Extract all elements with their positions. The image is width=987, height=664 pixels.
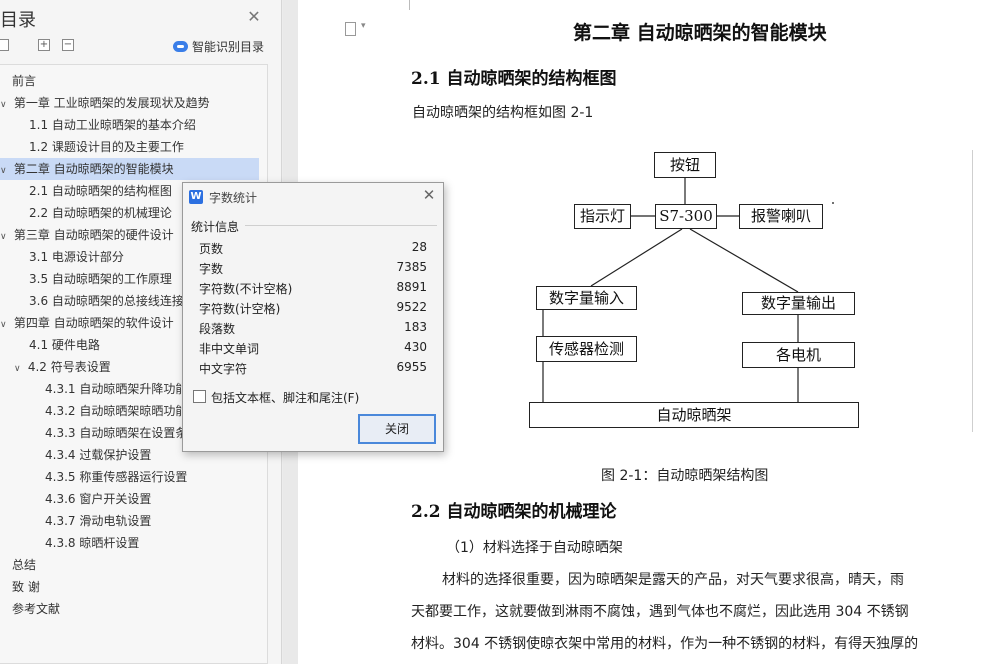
toc-item[interactable]: 2.2 自动晾晒架的机械理论: [29, 202, 172, 224]
toc-item[interactable]: 1.1 自动工业晾晒架的基本介绍: [29, 114, 196, 136]
stat-row: 字符数(计空格) 9522: [199, 300, 427, 316]
dialog-title: 字数统计: [209, 191, 258, 205]
diagram-box-sensor: 传感器检测: [536, 336, 637, 362]
body-text: （1）材料选择于自动晾晒架: [446, 540, 623, 556]
smart-toc-button[interactable]: 智能识别目录: [173, 38, 264, 54]
toc-item[interactable]: 4.3.7 滑动电轨设置: [45, 510, 151, 532]
word-count-dialog: W 字数统计 ✕ 统计信息 页数 28 字数 7385 字符数(不计空格) 8891 …: [182, 182, 444, 452]
close-button[interactable]: 关闭: [358, 414, 436, 444]
diagram-connectors: [542, 178, 834, 402]
diagram-box-motor: 各电机: [742, 342, 855, 368]
toc-item[interactable]: 4.3.2 自动晾晒架晾晒功能: [45, 400, 187, 422]
stat-row: 中文字符 6955: [199, 360, 427, 376]
wps-writer-icon: W: [189, 190, 203, 204]
close-icon[interactable]: ✕: [421, 187, 437, 203]
toc-item[interactable]: 4.3.1 自动晾晒架升降功能: [45, 378, 187, 400]
cloud-icon: [173, 40, 188, 52]
chapter-title: 第二章 自动晾晒架的智能模块: [573, 22, 827, 44]
body-text: 材料的选择很重要，因为晾晒架是露天的产品，对天气要求很高，晴天，雨: [442, 572, 904, 588]
divider: [245, 225, 437, 226]
toc-item[interactable]: 4.3.8 晾晒杆设置: [45, 532, 139, 554]
chevron-down-icon: ∨: [0, 166, 7, 176]
stat-row: 字数 7385: [199, 260, 427, 276]
chevron-down-icon: ∨: [14, 364, 21, 374]
body-text: 自动晾晒架的结构框如图 2-1: [412, 105, 594, 121]
chevron-down-icon: ∨: [0, 320, 7, 330]
chevron-down-icon: ∨: [0, 232, 7, 242]
diagram-box-indicator: 指示灯: [574, 204, 631, 229]
toc-item[interactable]: ∨ 4.2 符号表设置: [14, 356, 111, 378]
toc-item[interactable]: ∨ 第三章 自动晾晒架的硬件设计: [0, 224, 174, 246]
chevron-down-icon: ∨: [0, 100, 7, 110]
dialog-section-label: 统计信息: [191, 220, 240, 234]
toc-item[interactable]: 前言: [12, 70, 36, 92]
body-text: 材料。304 不锈钢使晾衣架中常用的材料，作为一种不锈钢的材料，有得天独厚的: [411, 636, 919, 652]
table-border: [972, 150, 973, 432]
section-heading: 2.2 自动晾晒架的机械理论: [411, 502, 617, 522]
smart-toc-label: 智能识别目录: [192, 39, 265, 54]
toc-item[interactable]: 总结: [12, 554, 36, 576]
diagram-box-alarm: 报警喇叭: [739, 204, 823, 229]
toc-title: 目录: [0, 10, 36, 31]
diagram-box-mcu: S7-300: [655, 204, 717, 229]
diagram-box-digital-input: 数字量输入: [536, 286, 637, 310]
stat-row: 字符数(不计空格) 8891: [199, 280, 427, 296]
toc-item[interactable]: 4.3.6 窗户开关设置: [45, 488, 151, 510]
include-textbox-checkbox[interactable]: [193, 390, 206, 403]
section-heading: 2.1 自动晾晒架的结构框图: [411, 69, 617, 89]
toc-item[interactable]: 4.3.3 自动晾晒架在设置条: [45, 422, 187, 444]
diagram-box-button: 按钮: [654, 152, 716, 178]
toc-item-selected[interactable]: ∨ 第二章 自动晾晒架的智能模块: [0, 158, 259, 180]
expand-icon[interactable]: +: [38, 39, 50, 51]
toc-item[interactable]: ∨ 第四章 自动晾晒架的软件设计: [0, 312, 174, 334]
collapse-all-icon[interactable]: [0, 39, 9, 51]
document-icon[interactable]: [345, 21, 366, 36]
toc-item[interactable]: 4.3.4 过载保护设置: [45, 444, 151, 466]
body-text: 天都要工作，这就要做到淋雨不腐蚀，遇到气体也不腐烂，因此选用 304 不锈钢: [411, 604, 909, 620]
toc-item[interactable]: 4.3.5 称重传感器运行设置: [45, 466, 187, 488]
toc-item[interactable]: 1.2 课题设计目的及主要工作: [29, 136, 184, 158]
toc-close-icon[interactable]: ✕: [246, 9, 262, 25]
stat-row: 段落数 183: [199, 320, 427, 336]
structure-diagram: 按钮 指示灯 S7-300 报警喇叭 数字量输入 数字量输出 传感器检测 各电机…: [418, 148, 973, 433]
toc-item[interactable]: 致 谢: [12, 576, 40, 598]
figure-caption: 图 2-1：自动晾晒架结构图: [601, 468, 769, 484]
margin-marker: [409, 0, 410, 10]
toc-item[interactable]: 3.6 自动晾晒架的总接线连接: [29, 290, 184, 312]
stat-row: 非中文单词 430: [199, 340, 427, 356]
checkbox-label: 包括文本框、脚注和尾注(F): [211, 391, 360, 405]
stat-row: 页数 28: [199, 240, 427, 256]
toc-item[interactable]: 参考文献: [12, 598, 60, 620]
toc-item[interactable]: 2.1 自动晾晒架的结构框图: [29, 180, 172, 202]
diagram-box-base: 自动晾晒架: [529, 402, 859, 428]
toc-item[interactable]: 3.5 自动晾晒架的工作原理: [29, 268, 172, 290]
toc-item[interactable]: ∨ 第一章 工业晾晒架的发展现状及趋势: [0, 92, 210, 114]
diagram-box-digital-output: 数字量输出: [742, 292, 855, 315]
toc-item[interactable]: 3.1 电源设计部分: [29, 246, 124, 268]
collapse-icon[interactable]: −: [62, 39, 74, 51]
toc-item[interactable]: 4.1 硬件电路: [29, 334, 100, 356]
